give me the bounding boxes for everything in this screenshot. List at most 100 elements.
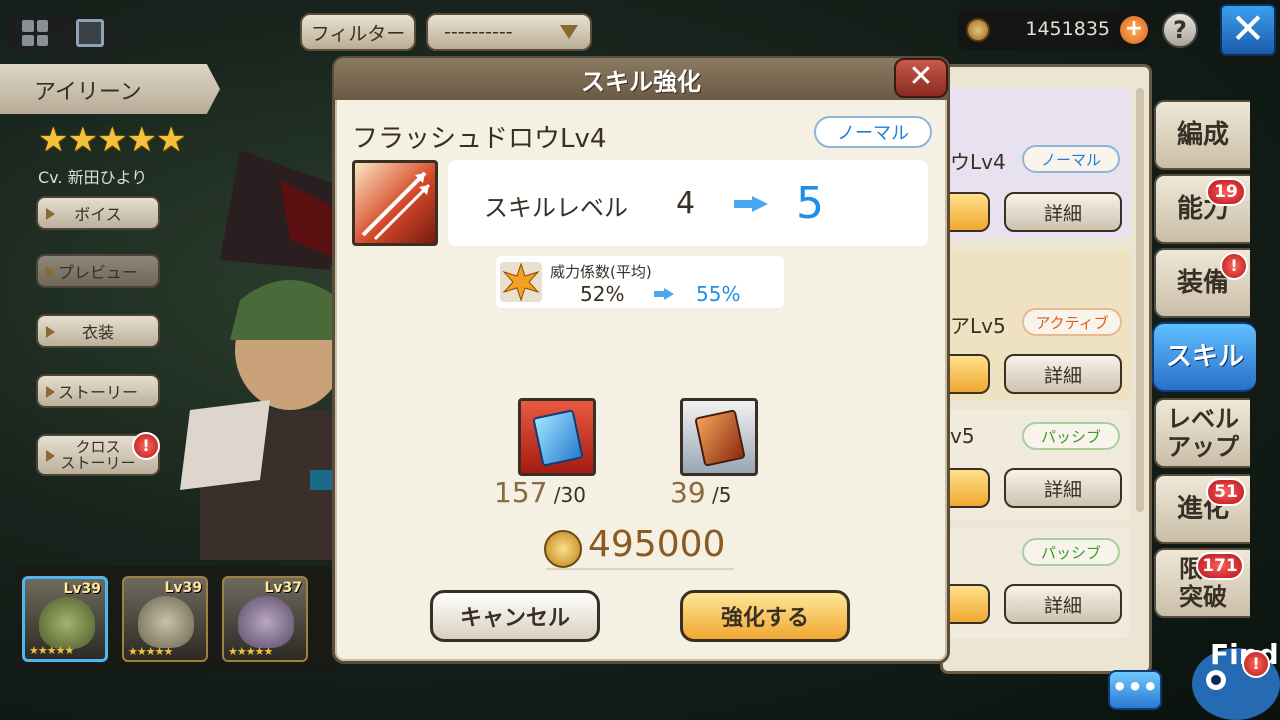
skill-list-row-4-tag: パッシブ (1022, 538, 1120, 566)
dialog-title: スキル強化 (581, 68, 701, 96)
preview-button[interactable]: プレビュー (36, 254, 160, 288)
alert-icon: ! (1220, 252, 1248, 280)
skill-list-row-2-enhance-button[interactable] (948, 354, 990, 394)
skill-list-row-1-tag: ノーマル (1022, 145, 1120, 173)
red-tome-icon (694, 409, 746, 467)
mascot-find-button[interactable]: Find ! (1172, 614, 1280, 720)
enhance-button[interactable]: 強化する (680, 590, 850, 642)
chevron-down-icon (560, 25, 578, 39)
tab-level-up-line1: レベル (1167, 405, 1239, 433)
close-screen-button[interactable]: ✕ (1220, 4, 1276, 56)
cross-story-label: クロス ストーリー (60, 439, 135, 471)
tab-ability[interactable]: 能力 19 (1154, 174, 1250, 244)
cross-story-button[interactable]: クロス ストーリー ! (36, 432, 160, 476)
notification-badge: 171 (1196, 552, 1244, 580)
character-rarity-stars: ★★★★★ (38, 120, 186, 160)
notification-badge: 19 (1206, 178, 1246, 206)
party-member-level: Lv39 (63, 581, 101, 597)
divider (546, 568, 734, 570)
power-coefficient-current: 52% (580, 282, 625, 306)
tab-evolution[interactable]: 進化 51 (1154, 474, 1250, 544)
voice-actor-label: Cv. 新田ひより (38, 168, 148, 187)
help-button[interactable]: ? (1162, 12, 1198, 48)
character-face-icon (238, 596, 294, 648)
blue-tome-icon (532, 409, 584, 467)
scrollbar[interactable] (1136, 88, 1144, 512)
story-button[interactable]: ストーリー (36, 374, 160, 408)
skill-list-row-4-detail-button[interactable]: 詳細 (1004, 584, 1122, 624)
character-name: アイリーン (34, 80, 142, 105)
dialog-close-button[interactable]: ✕ (894, 58, 948, 98)
currency-display: 1451835 + (958, 10, 1150, 50)
skill-list-row-3-detail-button[interactable]: 詳細 (1004, 468, 1122, 508)
alert-icon: ! (132, 432, 160, 460)
tab-formation[interactable]: 編成 (1154, 100, 1250, 170)
skill-list-row-3-name: v5 (950, 424, 975, 448)
material-2-required: /5 (705, 483, 732, 507)
tab-level-up-line2: アップ (1167, 433, 1239, 461)
party-member-level: Lv39 (164, 580, 202, 596)
skill-list-row-1-name: ウLv4 (950, 150, 1006, 174)
notification-badge: 51 (1206, 478, 1246, 506)
tab-limit-break-line2: 突破 (1179, 583, 1227, 611)
skill-list-row-1-enhance-button[interactable] (948, 192, 990, 232)
party-member-stars: ★★★★★ (228, 645, 273, 658)
material-2-count: 39 /5 (670, 476, 731, 509)
power-coefficient-label: 威力係数(平均) (550, 263, 652, 281)
skill-list-row-2-detail-button[interactable]: 詳細 (1004, 354, 1122, 394)
arrow-right-icon (734, 196, 768, 212)
material-1-required: /30 (547, 483, 586, 507)
skill-level-label: スキルレベル (484, 194, 628, 222)
play-icon (46, 326, 55, 338)
party-member-1[interactable]: Lv39 ★★★★★ (22, 576, 108, 662)
tab-limit-break[interactable]: 限界 突破 171 (1154, 548, 1250, 618)
party-member-3[interactable]: Lv37 ★★★★★ (222, 576, 308, 662)
cross-story-label-line1: クロス (75, 438, 121, 456)
costume-button[interactable]: 衣装 (36, 314, 160, 348)
filter-button[interactable]: フィルター (300, 13, 416, 51)
costume-button-label: 衣装 (81, 323, 114, 342)
chat-button[interactable]: ••• (1108, 670, 1162, 710)
skill-list-row-4-enhance-button[interactable] (948, 584, 990, 624)
character-face-icon (39, 597, 95, 649)
grid-icon[interactable] (22, 20, 48, 46)
skill-level-current: 4 (676, 186, 696, 221)
play-icon (46, 266, 55, 278)
material-blue-tome (518, 398, 596, 476)
party-member-stars: ★★★★★ (128, 645, 173, 658)
skill-level-next: 5 (796, 178, 824, 229)
skill-name: フラッシュドロウLv4 (352, 124, 607, 154)
voice-button[interactable]: ボイス (36, 196, 160, 230)
skill-type-tag: ノーマル (814, 116, 932, 148)
party-member-level: Lv37 (264, 580, 302, 596)
tab-level-up-label: レベル アップ (1167, 405, 1239, 461)
voice-button-label: ボイス (74, 205, 122, 224)
burst-icon (500, 262, 542, 302)
coin-icon (966, 18, 990, 42)
enhance-cost: 495000 (588, 524, 726, 565)
story-button-label: ストーリー (57, 383, 138, 402)
preview-button-label: プレビュー (57, 263, 138, 282)
party-strip: Lv39 ★★★★★ Lv39 ★★★★★ Lv37 ★★★★★ (16, 566, 336, 670)
party-member-2[interactable]: Lv39 ★★★★★ (122, 576, 208, 662)
skill-list-row-2-name: アLv5 (950, 314, 1006, 338)
material-1-count: 157 /30 (494, 476, 586, 509)
tab-skill[interactable]: スキル (1152, 322, 1256, 392)
currency-value: 1451835 (1025, 18, 1110, 40)
single-view-icon[interactable] (76, 19, 104, 47)
arrow-right-icon (654, 288, 674, 300)
tab-equipment[interactable]: 装備 ! (1154, 248, 1250, 318)
character-face-icon (138, 596, 194, 648)
view-toggle[interactable] (8, 12, 118, 54)
party-member-stars: ★★★★★ (29, 644, 74, 657)
cancel-button[interactable]: キャンセル (430, 590, 600, 642)
filter-select[interactable]: ---------- (426, 13, 592, 51)
character-name-tab: アイリーン (0, 64, 220, 114)
add-currency-button[interactable]: + (1120, 16, 1148, 44)
skill-list-row-1-detail-button[interactable]: 詳細 (1004, 192, 1122, 232)
power-coefficient-next: 55% (696, 282, 741, 306)
play-icon (46, 450, 55, 462)
tab-level-up[interactable]: レベル アップ (1154, 398, 1250, 468)
play-icon (46, 208, 55, 220)
skill-list-row-3-enhance-button[interactable] (948, 468, 990, 508)
